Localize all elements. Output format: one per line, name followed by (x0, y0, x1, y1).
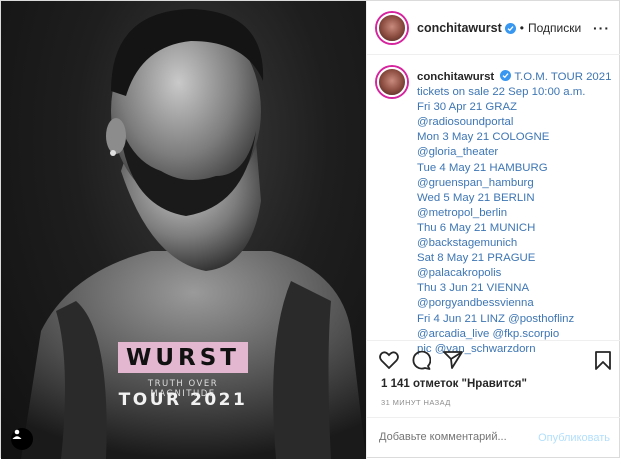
person-icon[interactable] (11, 428, 33, 450)
comment-input[interactable] (379, 431, 539, 443)
instagram-post-window: WURST TRUTH OVER MAGNITUDE TOUR 2021 con… (0, 0, 620, 459)
mention-link[interactable]: @backstagemunich (417, 236, 617, 251)
caption-line[interactable]: Fri 4 Jun 21 LINZ @posthoflinz (417, 312, 617, 327)
post-timestamp[interactable]: 31 МИНУТ НАЗАД (381, 398, 451, 407)
caption-line: Thu 3 Jun 21 VIENNA (417, 282, 530, 295)
mention-link[interactable]: @palacakropolis (417, 266, 617, 281)
verified-badge-icon (504, 23, 516, 34)
mention-link[interactable]: @gloria_theater (417, 145, 617, 160)
post-details-panel: conchitawurst • Подписки ··· conchitawur… (366, 1, 620, 459)
post-header: conchitawurst • Подписки ··· (367, 1, 620, 55)
poster-tour: TOUR 2021 (118, 390, 248, 410)
comment-icon[interactable] (411, 350, 432, 375)
avatar[interactable] (377, 12, 407, 43)
action-bar (367, 340, 620, 380)
caption-line: Thu 6 May 21 MUNICH (417, 221, 536, 234)
header-username[interactable]: conchitawurst (417, 21, 502, 35)
post-photo[interactable]: WURST TRUTH OVER MAGNITUDE TOUR 2021 (1, 1, 366, 459)
avatar[interactable] (377, 67, 407, 97)
caption-username[interactable]: conchitawurst (417, 71, 494, 83)
likes-count[interactable]: 1 141 отметок "Нравится" (381, 378, 527, 390)
caption-line: Fri 30 Apr 21 GRAZ (417, 101, 518, 114)
more-icon[interactable]: ··· (593, 20, 610, 36)
header-separator: • (519, 20, 524, 35)
caption-line: Wed 5 May 21 BERLIN (417, 191, 535, 204)
verified-badge-icon (500, 70, 512, 81)
mention-link[interactable]: @metropol_berlin (417, 206, 617, 221)
mention-link[interactable]: @gruenspan_hamburg (417, 176, 617, 191)
caption-body: conchitawurst T.O.M. TOUR 2021 tickets o… (417, 69, 617, 357)
bookmark-icon[interactable] (595, 351, 611, 375)
caption-line: Mon 3 May 21 COLOGNE (417, 131, 550, 144)
caption-line: tickets on sale 22 Sep 10:00 a.m. (417, 86, 586, 99)
heart-icon[interactable] (379, 351, 399, 374)
poster-title: WURST (125, 344, 240, 371)
mention-link[interactable]: @radiosoundportal (417, 115, 617, 130)
caption-line: Tue 4 May 21 HAMBURG (417, 161, 548, 174)
following-button[interactable]: Подписки (528, 21, 581, 35)
caption-line: Sat 8 May 21 PRAGUE (417, 252, 536, 265)
share-icon[interactable] (443, 351, 463, 374)
caption-line: T.O.M. TOUR 2021 (514, 71, 612, 83)
poster-title-box: WURST (118, 342, 248, 373)
comment-bar: Опубликовать (367, 417, 620, 459)
mention-link[interactable]: @porgyandbessvienna (417, 296, 617, 311)
publish-button[interactable]: Опубликовать (538, 432, 610, 444)
